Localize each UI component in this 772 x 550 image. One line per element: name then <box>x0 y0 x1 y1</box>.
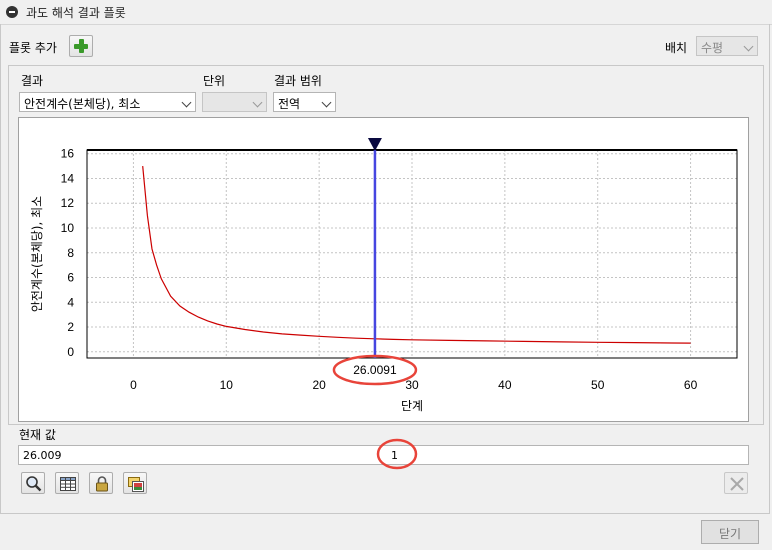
x-tick-label: 30 <box>405 378 419 392</box>
y-tick-label: 16 <box>61 147 75 161</box>
chevron-down-icon <box>181 97 192 108</box>
add-plot-button[interactable] <box>69 35 93 57</box>
y-tick-label: 12 <box>61 196 75 210</box>
x-tick-label: 60 <box>684 378 698 392</box>
result-label: 결과 <box>21 74 44 88</box>
step-highlight-ellipse <box>376 438 418 470</box>
close-button-label: 닫기 <box>718 527 742 541</box>
x-axis-title: 단계 <box>401 399 423 413</box>
series-line <box>142 166 691 344</box>
clear-plot-button[interactable] <box>724 472 748 494</box>
y-tick-label: 8 <box>67 246 74 260</box>
plus-icon <box>74 39 88 53</box>
chevron-down-icon <box>252 97 263 108</box>
x-tick-label: 10 <box>220 378 234 392</box>
result-select[interactable]: 안전계수(본체당), 최소 <box>19 92 196 112</box>
title-bar: 과도 해석 결과 플롯 <box>0 0 772 25</box>
layout-select-value: 수평 <box>701 41 724 55</box>
image-button[interactable] <box>123 472 147 494</box>
layout-select[interactable]: 수평 <box>696 36 758 56</box>
chevron-down-icon <box>743 41 754 52</box>
chart-panel[interactable]: 0 2 4 6 8 10 12 14 16 0 10 20 30 40 50 60 26.0091 단계 안… <box>18 117 749 422</box>
x-tick-label: 50 <box>591 378 605 392</box>
table-icon <box>60 477 76 491</box>
unit-label: 단위 <box>203 74 226 88</box>
y-tick-label: 4 <box>67 295 74 309</box>
current-value-text: 26.009 <box>23 449 62 462</box>
y-tick-label: 6 <box>67 271 74 285</box>
layout-label: 배치 <box>665 41 688 55</box>
y-tick-label: 14 <box>61 171 75 185</box>
range-select-value: 전역 <box>278 97 301 111</box>
y-axis-title: 안전계수(본체당), 최소 <box>30 196 44 312</box>
window-title: 과도 해석 결과 플롯 <box>26 6 126 20</box>
y-tick-label: 2 <box>67 320 74 334</box>
range-label: 결과 범위 <box>274 74 322 88</box>
table-button[interactable] <box>55 472 79 494</box>
grid-lines <box>87 150 737 358</box>
range-select[interactable]: 전역 <box>273 92 336 112</box>
lock-icon <box>96 476 108 492</box>
unit-select[interactable] <box>202 92 267 112</box>
current-value-label: 현재 값 <box>19 428 56 442</box>
chevron-down-icon <box>321 97 332 108</box>
x-tick-label: 40 <box>498 378 512 392</box>
zoom-icon <box>26 476 42 492</box>
y-tick-label: 0 <box>67 345 74 359</box>
close-button[interactable]: 닫기 <box>701 520 759 544</box>
lock-button[interactable] <box>89 472 113 494</box>
x-tick-label: 0 <box>130 378 137 392</box>
clear-icon <box>730 477 744 491</box>
chart-canvas[interactable]: 0 2 4 6 8 10 12 14 16 0 10 20 30 40 50 60 26.0091 단계 안… <box>19 118 748 421</box>
x-tick-label: 20 <box>312 378 326 392</box>
add-plot-label: 플롯 추가 <box>9 41 57 55</box>
result-select-value: 안전계수(본체당), 최소 <box>24 97 141 111</box>
y-tick-label: 10 <box>61 221 75 235</box>
cursor-value-label: 26.0091 <box>353 363 397 377</box>
image-icon <box>128 477 144 492</box>
zoom-button[interactable] <box>21 472 45 494</box>
window-menu-icon[interactable] <box>6 6 18 18</box>
